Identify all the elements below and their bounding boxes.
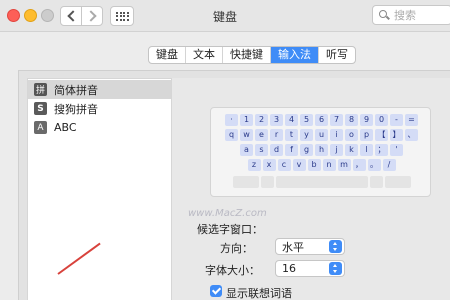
- key-row: z x c v b n m ， 。 /: [211, 159, 432, 171]
- key: 8: [345, 114, 358, 126]
- watermark: www.MacZ.com: [188, 208, 267, 219]
- search-placeholder: 搜索: [394, 9, 416, 22]
- direction-label: 方向：: [220, 242, 253, 255]
- candidate-window-heading: 候选字窗口：: [197, 223, 263, 236]
- key: 9: [360, 114, 373, 126]
- key: m: [337, 159, 351, 171]
- direction-value: 水平: [282, 240, 304, 254]
- key: 5: [300, 114, 313, 126]
- tab-text[interactable]: 文本: [186, 47, 223, 63]
- key: [384, 176, 411, 188]
- predictive-label: 显示联想词语: [226, 287, 292, 300]
- key: 、: [405, 129, 418, 141]
- zoom-window-button[interactable]: [41, 9, 54, 22]
- key: o: [345, 129, 358, 141]
- tab-keyboard[interactable]: 键盘: [149, 47, 186, 63]
- key: 【: [375, 129, 388, 141]
- key: h: [315, 144, 328, 156]
- font-size-value: 16: [282, 262, 296, 275]
- key: d: [270, 144, 283, 156]
- key: s: [255, 144, 268, 156]
- key: u: [315, 129, 328, 141]
- key: b: [307, 159, 321, 171]
- key: p: [360, 129, 373, 141]
- input-source-item[interactable]: A ABC: [28, 118, 171, 137]
- input-source-item[interactable]: 拼 简体拼音: [28, 80, 171, 99]
- key: ，: [352, 159, 366, 171]
- key: c: [277, 159, 291, 171]
- tab-input-sources[interactable]: 输入法: [271, 47, 319, 63]
- key: ；: [375, 144, 388, 156]
- key: [232, 176, 259, 188]
- key-row: [211, 176, 432, 188]
- key-row: a s d f g h j k l ； ': [211, 144, 432, 156]
- key: e: [255, 129, 268, 141]
- input-source-label: 简体拼音: [54, 83, 98, 97]
- key: 4: [285, 114, 298, 126]
- key: 。: [367, 159, 381, 171]
- abc-icon: A: [34, 121, 47, 134]
- key: x: [262, 159, 276, 171]
- key: i: [330, 129, 343, 141]
- tab-shortcuts[interactable]: 快捷键: [223, 47, 271, 63]
- tab-bar: 键盘 文本 快捷键 输入法 听写: [148, 46, 356, 64]
- key: ·: [225, 114, 238, 126]
- key: 2: [255, 114, 268, 126]
- grid-icon: [116, 11, 129, 21]
- input-source-item[interactable]: S 搜狗拼音: [28, 99, 171, 118]
- key: 6: [315, 114, 328, 126]
- key: [369, 176, 383, 188]
- minimize-window-button[interactable]: [24, 9, 37, 22]
- key: l: [360, 144, 373, 156]
- key: v: [292, 159, 306, 171]
- chevron-right-icon: [84, 10, 97, 22]
- close-window-button[interactable]: [7, 9, 20, 22]
- key: a: [240, 144, 253, 156]
- input-source-list: 拼 简体拼音 S 搜狗拼音 A ABC: [27, 78, 172, 300]
- key: k: [345, 144, 358, 156]
- key: y: [300, 129, 313, 141]
- direction-select[interactable]: 水平: [275, 238, 345, 255]
- key: r: [270, 129, 283, 141]
- key: [260, 176, 274, 188]
- key: 1: [240, 114, 253, 126]
- key: j: [330, 144, 343, 156]
- sogou-icon: S: [34, 102, 47, 115]
- stepper-arrows-icon: [329, 262, 342, 275]
- key: 0: [375, 114, 388, 126]
- font-size-select[interactable]: 16: [275, 260, 345, 277]
- key: ': [390, 144, 403, 156]
- back-button[interactable]: [60, 6, 82, 26]
- keyboard-layout-preview: · 1 2 3 4 5 6 7 8 9 0 - = q w e r t y u …: [210, 107, 431, 197]
- search-field[interactable]: 搜索: [372, 5, 450, 25]
- input-source-label: 搜狗拼音: [54, 102, 98, 116]
- tab-dictation[interactable]: 听写: [319, 47, 355, 63]
- key: n: [322, 159, 336, 171]
- key: /: [382, 159, 396, 171]
- forward-button[interactable]: [81, 6, 103, 26]
- key: 】: [390, 129, 403, 141]
- input-source-label: ABC: [54, 121, 77, 134]
- chevron-left-icon: [66, 10, 79, 22]
- key-row: · 1 2 3 4 5 6 7 8 9 0 - =: [211, 114, 432, 126]
- key: q: [225, 129, 238, 141]
- key-row: q w e r t y u i o p 【 】 、: [211, 129, 432, 141]
- key: =: [405, 114, 418, 126]
- key: 7: [330, 114, 343, 126]
- key: t: [285, 129, 298, 141]
- key: g: [300, 144, 313, 156]
- key: 3: [270, 114, 283, 126]
- predictive-checkbox[interactable]: [210, 285, 222, 297]
- pinyin-icon: 拼: [34, 83, 47, 96]
- key: z: [247, 159, 261, 171]
- show-all-button[interactable]: [110, 6, 134, 26]
- font-size-label: 字体大小：: [205, 264, 260, 277]
- space-key: [275, 176, 368, 188]
- key: f: [285, 144, 298, 156]
- key: -: [390, 114, 403, 126]
- search-icon: [379, 10, 390, 20]
- key: w: [240, 129, 253, 141]
- stepper-arrows-icon: [329, 240, 342, 253]
